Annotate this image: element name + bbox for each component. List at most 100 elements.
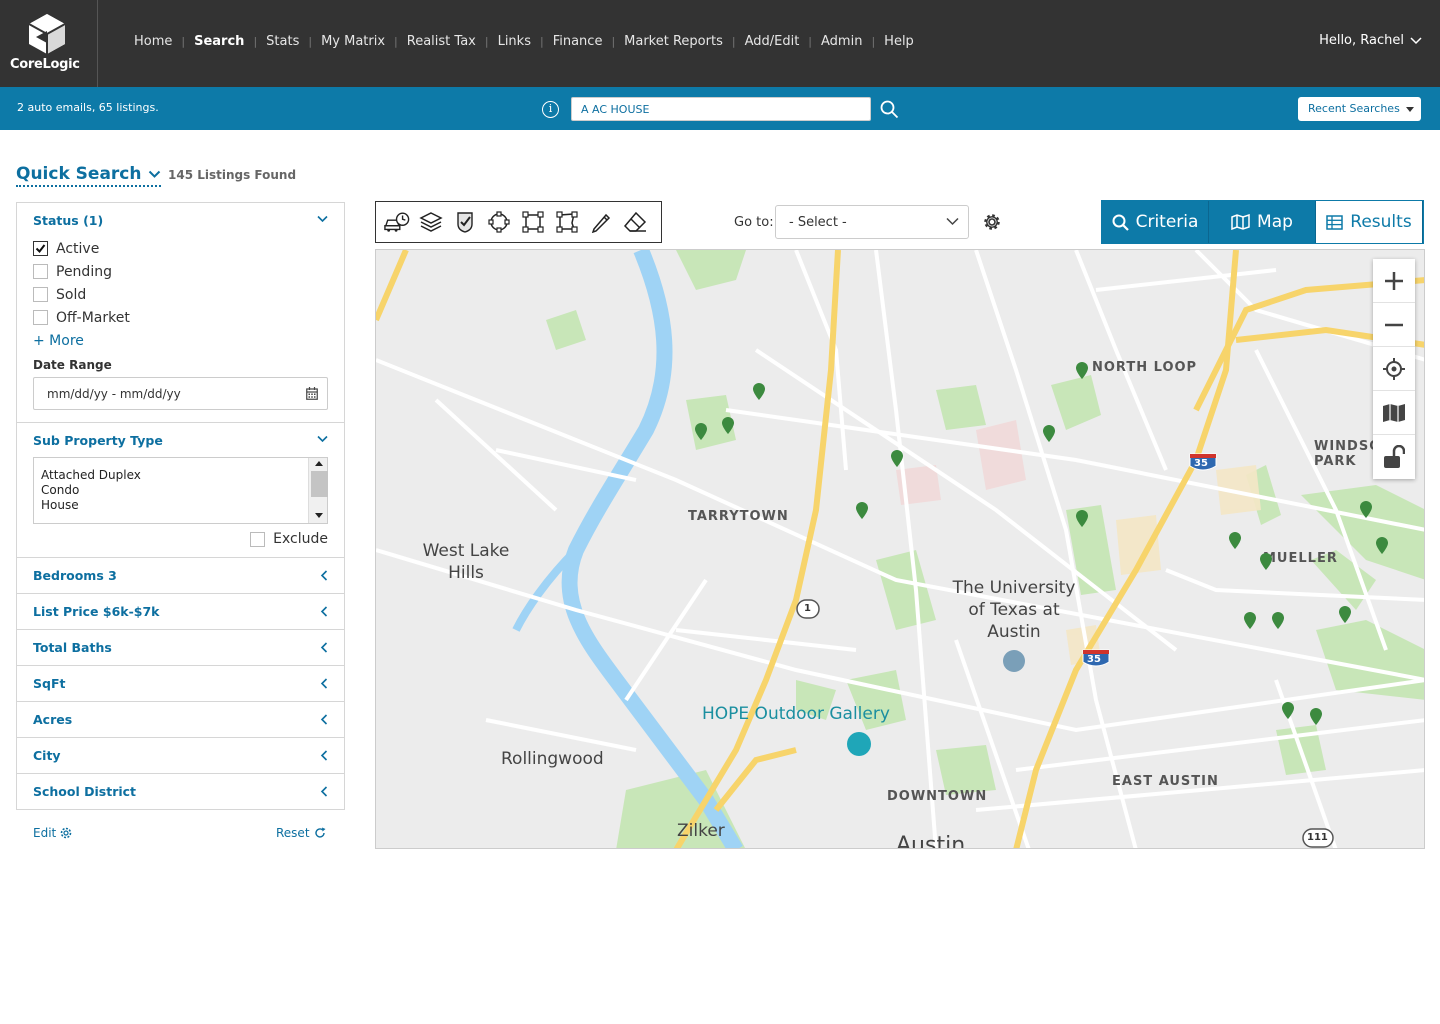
listing-pin[interactable]	[856, 502, 868, 519]
layers-icon	[419, 212, 443, 232]
status-checkbox[interactable]	[33, 264, 48, 279]
nav-item-finance[interactable]: Finance	[553, 34, 603, 49]
recent-searches-dropdown[interactable]: Recent Searches	[1298, 97, 1421, 121]
listbox-scrollbar[interactable]	[308, 458, 328, 523]
criteria-section-header[interactable]: School District	[17, 774, 344, 809]
exclude-checkbox[interactable]	[250, 531, 266, 547]
scroll-up-icon[interactable]	[315, 461, 323, 466]
status-option-off-market[interactable]: Off-Market	[33, 306, 328, 329]
corelogic-logo[interactable]: CoreLogic	[0, 0, 98, 87]
auto-emails-link[interactable]: 2 auto emails, 65 listings.	[17, 101, 159, 114]
listing-pin[interactable]	[1244, 612, 1256, 629]
calendar-icon[interactable]	[306, 387, 318, 400]
date-range-placeholder: mm/dd/yy - mm/dd/yy	[47, 387, 181, 401]
listing-pin[interactable]	[722, 417, 734, 434]
listbox-option[interactable]: House	[41, 498, 327, 513]
exclude-option[interactable]: Exclude	[33, 531, 328, 547]
nav-item-search[interactable]: Search	[194, 34, 244, 49]
freehand-draw-tool[interactable]	[588, 209, 614, 235]
more-status-link[interactable]: + More	[33, 329, 328, 352]
listing-pin[interactable]	[695, 423, 707, 440]
date-range-input[interactable]: mm/dd/yy - mm/dd/yy	[33, 377, 328, 410]
page-title: Quick Search	[16, 164, 142, 184]
commute-tool[interactable]	[384, 209, 410, 235]
listing-pin[interactable]	[1360, 501, 1372, 518]
nav-item-links[interactable]: Links	[498, 34, 531, 49]
draw-rectangle-tool[interactable]	[520, 209, 546, 235]
criteria-section-header[interactable]: List Price $6k-$7k	[17, 594, 344, 629]
criteria-section-header[interactable]: SqFt	[17, 666, 344, 701]
zoom-out-button[interactable]	[1373, 303, 1415, 347]
shield-check-icon	[457, 212, 473, 233]
quick-search-menu[interactable]: Quick Search	[16, 164, 161, 187]
listbox-option[interactable]: Condo	[41, 483, 327, 498]
chevron-left-icon	[320, 570, 328, 581]
listing-pin[interactable]	[1229, 532, 1241, 549]
map-label-tarrytown: TARRYTOWN	[688, 509, 789, 524]
criteria-section-title: City	[33, 748, 61, 763]
listing-pin[interactable]	[1076, 510, 1088, 527]
criteria-section-header[interactable]: Bedrooms 3	[17, 558, 344, 593]
user-menu[interactable]: Hello, Rachel	[1319, 33, 1422, 48]
criteria-section-header[interactable]: Acres	[17, 702, 344, 737]
listing-pin[interactable]	[1310, 708, 1322, 725]
listing-pin[interactable]	[891, 450, 903, 467]
listing-pin[interactable]	[1076, 362, 1088, 379]
sub-property-type-listbox[interactable]: Attached Duplex Condo House	[33, 457, 328, 524]
tab-criteria[interactable]: Criteria	[1102, 201, 1209, 243]
listing-pin[interactable]	[1043, 425, 1055, 442]
nav-item-add-edit[interactable]: Add/Edit	[745, 34, 800, 49]
chevron-down-icon	[946, 217, 959, 226]
speedbar-search-input[interactable]	[571, 97, 871, 121]
tab-results[interactable]: Results	[1316, 201, 1423, 243]
map-type-button[interactable]	[1373, 391, 1415, 435]
listing-pin[interactable]	[1260, 553, 1272, 570]
listing-pin[interactable]	[1282, 702, 1294, 719]
status-section-header[interactable]: Status (1)	[17, 203, 344, 237]
gear-icon[interactable]	[983, 213, 1001, 231]
select-listings-tool[interactable]	[452, 209, 478, 235]
sub-property-type-header[interactable]: Sub Property Type	[17, 423, 344, 457]
nav-item-stats[interactable]: Stats	[266, 34, 299, 49]
nav-separator: |	[484, 35, 489, 48]
edit-criteria-link[interactable]: Edit	[33, 826, 72, 840]
greeting-text: Hello, Rachel	[1319, 33, 1404, 48]
listing-pin[interactable]	[1272, 612, 1284, 629]
nav-item-realist-tax[interactable]: Realist Tax	[407, 34, 476, 49]
criteria-section-header[interactable]: Total Baths	[17, 630, 344, 665]
listings-map[interactable]: NORTH LOOP WINDSOR PARK TARRYTOWN MUELLE…	[375, 249, 1425, 849]
status-option-pending[interactable]: Pending	[33, 260, 328, 283]
status-option-sold[interactable]: Sold	[33, 283, 328, 306]
zoom-in-button[interactable]	[1373, 259, 1415, 303]
map-marker-icon	[1043, 425, 1055, 442]
listing-pin[interactable]	[1339, 606, 1351, 623]
status-checkbox[interactable]	[33, 287, 48, 302]
listing-pin[interactable]	[753, 383, 765, 400]
criteria-section-header[interactable]: City	[17, 738, 344, 773]
scroll-down-icon[interactable]	[315, 513, 323, 518]
lock-map-button[interactable]	[1373, 435, 1415, 479]
status-option-active[interactable]: Active	[33, 237, 328, 260]
tab-map[interactable]: Map	[1209, 201, 1316, 243]
status-checkbox[interactable]	[33, 310, 48, 325]
listing-pin[interactable]	[1376, 537, 1388, 554]
scrollbar-thumb[interactable]	[311, 471, 328, 497]
nav-item-my-matrix[interactable]: My Matrix	[321, 34, 385, 49]
erase-tool[interactable]	[622, 209, 648, 235]
status-checkbox[interactable]	[33, 241, 48, 256]
nav-item-admin[interactable]: Admin	[821, 34, 862, 49]
info-icon[interactable]: i	[542, 101, 559, 118]
locate-button[interactable]	[1373, 347, 1415, 391]
nav-item-market-reports[interactable]: Market Reports	[624, 34, 723, 49]
search-icon[interactable]	[880, 100, 899, 119]
nav-item-help[interactable]: Help	[884, 34, 914, 49]
listbox-option[interactable]: Attached Duplex	[41, 468, 327, 483]
map-marker-icon	[1229, 532, 1241, 549]
draw-circle-tool[interactable]	[486, 209, 512, 235]
draw-polygon-tool[interactable]	[554, 209, 580, 235]
reset-criteria-link[interactable]: Reset	[276, 826, 326, 840]
goto-select[interactable]: - Select -	[775, 205, 969, 239]
nav-separator: |	[808, 35, 813, 48]
layers-tool[interactable]	[418, 209, 444, 235]
nav-item-home[interactable]: Home	[134, 34, 172, 49]
